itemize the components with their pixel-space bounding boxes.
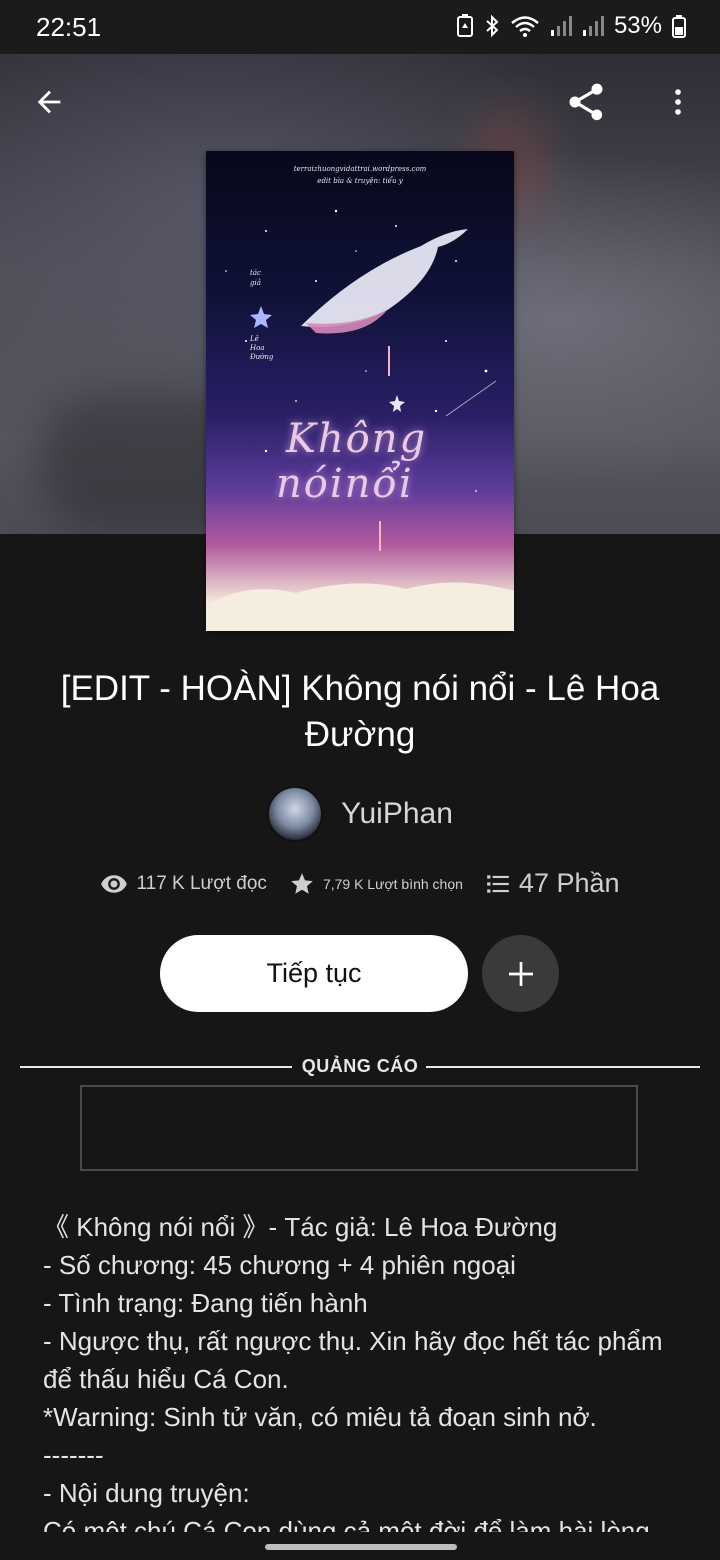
description-line: Có một chú Cá Con dùng cả một đời để làm… [43,1516,650,1532]
cover-credit: edit bìa & truyện: tiểu y [317,177,403,185]
description-line: để thấu hiểu Cá Con. [43,1364,289,1394]
signal-icon [582,14,604,38]
description-line: ------- [43,1440,104,1470]
ad-slot[interactable] [80,1085,638,1171]
cover-author-name: Đường [250,353,274,361]
reads-count: 117 K Lượt đọc [136,872,267,894]
more-vertical-icon [675,89,681,115]
book-cover[interactable]: terraizhuongvidattrai.wordpress.com edit… [206,151,514,631]
parts-stat[interactable]: 47 Phần [485,868,620,899]
status-icons: 53% [456,12,686,40]
avatar[interactable] [267,786,324,842]
home-indicator[interactable] [265,1544,457,1550]
cover-author-name: Lê [250,335,259,343]
battery-saver-icon [456,14,474,38]
cover-title: nóinổi [276,461,414,507]
cover-author-name: Hoa [250,344,265,352]
status-bar: 22:51 53% [0,0,720,54]
arrow-left-icon [37,90,61,114]
author-row[interactable]: YuiPhan [0,786,720,842]
ad-label: QUẢNG CÁO [301,1056,419,1076]
description-line: - Nội dung truyện: [43,1478,250,1508]
star-icon [291,872,313,894]
plus-icon [508,961,533,986]
bluetooth-icon [484,14,500,38]
add-to-library-button[interactable] [482,935,559,1012]
share-icon [569,83,603,121]
description-line: *Warning: Sinh tử văn, có miêu tả đoạn s… [43,1402,597,1432]
back-button[interactable] [25,78,73,126]
description-line: 《 Không nói nổi 》- Tác giả: Lê Hoa Đường [43,1212,558,1242]
continue-reading-button[interactable]: Tiếp tục [160,935,468,1012]
signal-icon [550,14,572,38]
book-description: 《 Không nói nổi 》- Tác giả: Lê Hoa Đường… [43,1208,693,1532]
book-stats: 117 K Lượt đọc 7,79 K Lượt bình chọn 47 … [0,868,720,899]
description-line: - Ngược thụ, rất ngược thụ. Xin hãy đọc … [43,1326,663,1356]
votes-count: 7,79 K Lượt bình chọn [322,875,463,892]
author-name[interactable]: YuiPhan [341,797,453,831]
cover-author-label: tác [250,269,261,277]
eye-icon [101,874,128,893]
battery-percent: 53% [613,12,662,39]
votes-stat: 7,79 K Lượt bình chọn [289,871,463,897]
wifi-icon [510,14,540,38]
more-options-button[interactable] [654,78,702,126]
cover-title: Không [286,416,428,462]
cover-artwork [206,209,514,631]
cover-author-label: giả [250,279,261,287]
battery-icon [672,14,686,38]
parts-count: 47 Phần [518,868,620,898]
status-time: 22:51 [36,12,102,42]
description-line: - Tình trạng: Đang tiến hành [43,1288,368,1318]
share-button[interactable] [562,78,610,126]
reads-stat: 117 K Lượt đọc [100,870,267,898]
description-line: - Số chương: 45 chương + 4 phiên ngoại [43,1250,516,1280]
list-icon [487,874,509,893]
cover-credit: terraizhuongvidattrai.wordpress.com [293,165,427,173]
book-title: [EDIT - HOÀN] Không nói nổi - Lê Hoa Đườ… [60,669,660,754]
